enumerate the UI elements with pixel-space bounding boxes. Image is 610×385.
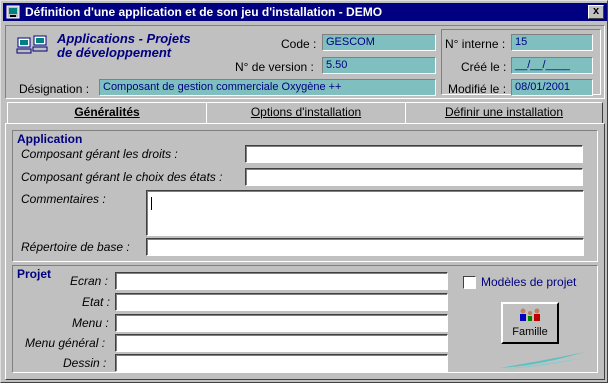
internal-no-field[interactable]: 15	[511, 34, 593, 51]
code-label: Code :	[281, 37, 317, 51]
tab-definir-installation-label: Définir une installation	[444, 105, 564, 119]
state-label: Etat :	[82, 295, 111, 309]
family-button[interactable]: Famille	[501, 302, 559, 344]
tab-definir-installation[interactable]: Définir une installation	[405, 102, 603, 124]
tab-content-panel: Application Composant gérant les droits …	[5, 123, 605, 380]
created-date-field[interactable]: __/__/____	[511, 57, 593, 74]
modified-label: Modifié le :	[448, 82, 507, 96]
screen-input[interactable]	[115, 272, 448, 290]
base-directory-label: Répertoire de base :	[21, 240, 130, 254]
created-label: Créé le :	[461, 60, 507, 74]
family-button-label: Famille	[512, 326, 548, 338]
tab-generalites-label: Généralités	[74, 105, 140, 119]
designation-field[interactable]: Composant de gestion commerciale Oxygène…	[99, 79, 436, 96]
rights-component-input[interactable]	[245, 145, 583, 163]
general-menu-input[interactable]	[115, 334, 448, 352]
tab-generalites[interactable]: Généralités	[7, 102, 207, 124]
header-panel: Applications - Projets de développement …	[5, 25, 605, 99]
logo-line-1: Applications - Projets	[57, 31, 191, 46]
tab-options-installation[interactable]: Options d'installation	[206, 102, 406, 124]
text-caret	[151, 197, 152, 210]
family-icon	[520, 308, 540, 321]
logo-text: Applications - Projets de développement	[57, 32, 191, 60]
modified-date-field[interactable]: 08/01/2001	[511, 79, 593, 96]
application-group: Application Composant gérant les droits …	[12, 130, 598, 262]
designation-label: Désignation :	[19, 82, 90, 96]
internal-no-label: N° interne :	[445, 37, 506, 51]
title-bar[interactable]: Définition d'une application et de son j…	[3, 3, 607, 21]
general-menu-label: Menu général :	[25, 336, 106, 350]
main-window: Définition d'une application et de son j…	[0, 0, 608, 383]
models-checkbox[interactable]	[463, 276, 476, 289]
computers-logo-icon	[16, 35, 48, 54]
menu-label: Menu :	[72, 316, 109, 330]
window-title: Définition d'une application et de son j…	[25, 5, 383, 19]
close-button[interactable]: x	[588, 5, 604, 19]
base-directory-input[interactable]	[146, 238, 584, 256]
app-icon	[6, 5, 20, 19]
screen-label: Ecran :	[70, 274, 109, 288]
states-component-input[interactable]	[245, 168, 583, 186]
project-group-title: Projet	[17, 267, 52, 281]
version-label: N° de version :	[235, 60, 314, 74]
tab-bar: Généralités Options d'installation Défin…	[5, 102, 605, 124]
decorative-swoosh-icon	[499, 352, 585, 369]
state-input[interactable]	[115, 293, 448, 311]
logo-line-2: de développement	[57, 45, 172, 60]
rights-component-label: Composant gérant les droits :	[21, 147, 178, 161]
comments-label: Commentaires :	[21, 192, 106, 206]
drawing-input[interactable]	[115, 354, 448, 372]
project-group: Projet Ecran : Etat : Menu : Menu généra…	[12, 265, 598, 373]
drawing-label: Dessin :	[63, 356, 107, 370]
menu-input[interactable]	[115, 314, 448, 332]
version-field[interactable]: 5.50	[322, 57, 436, 74]
comments-textarea[interactable]	[146, 190, 584, 236]
states-component-label: Composant gérant le choix des états :	[21, 170, 223, 184]
code-field[interactable]: GESCOM	[322, 34, 436, 51]
tab-options-installation-label: Options d'installation	[250, 105, 362, 119]
application-group-title: Application	[17, 132, 83, 146]
models-checkbox-label[interactable]: Modèles de projet	[481, 275, 576, 289]
